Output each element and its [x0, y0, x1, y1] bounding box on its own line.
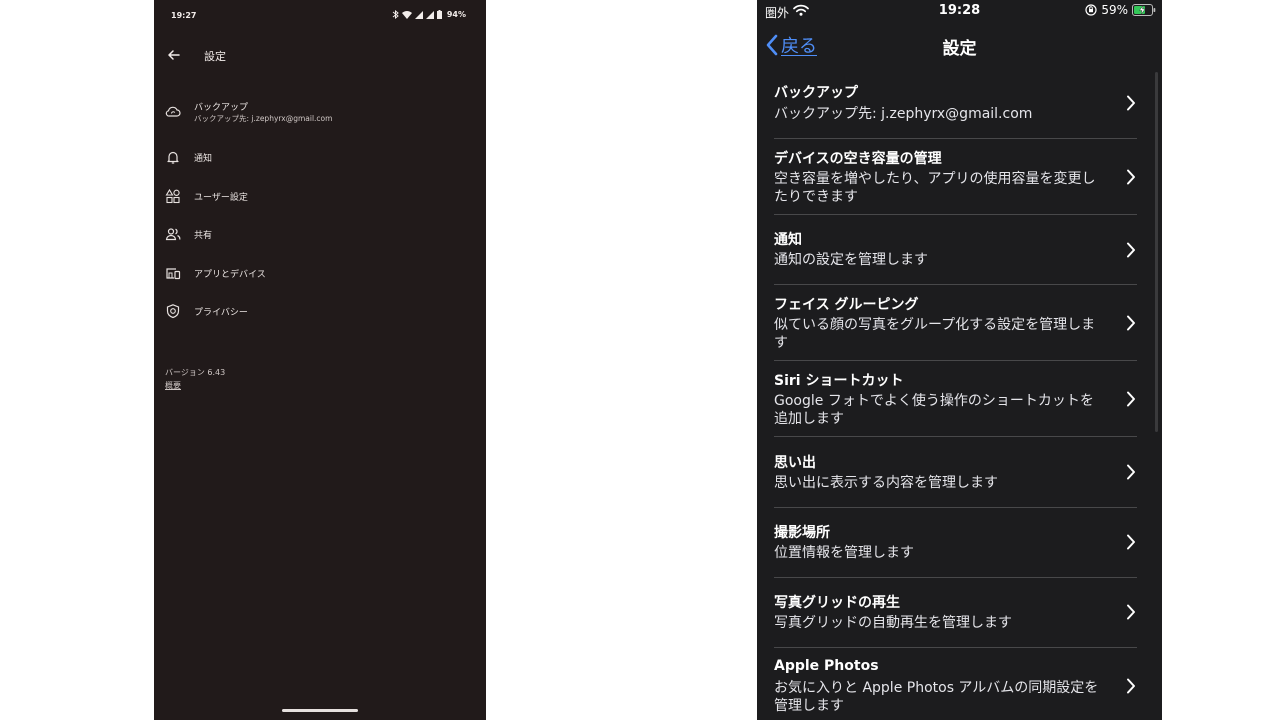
- orientation-lock-icon: [1085, 4, 1097, 16]
- row-description: 似ている顔の写真をグループ化する設定を管理します: [774, 317, 1096, 351]
- row-description: Google フォトでよく使う操作のショートカットを追加します: [774, 393, 1094, 427]
- devices-icon: [166, 268, 181, 280]
- chevron-right-icon: [1127, 169, 1135, 185]
- sharing-label: 共有: [194, 231, 213, 241]
- row-apple-photos[interactable]: Apple Photos お気に入りと Apple Photos アルバムの同期…: [774, 658, 1137, 718]
- ios-navigation-bar: 戻る 設定: [757, 26, 1162, 66]
- shield-icon: [166, 304, 180, 319]
- cloud-sync-icon: [165, 106, 181, 117]
- android-item-privacy[interactable]: プライバシー: [154, 296, 486, 326]
- android-item-apps-devices[interactable]: アプリとデバイス: [154, 258, 486, 288]
- people-icon: [165, 228, 181, 241]
- android-status-bar: 19:27 94%: [154, 0, 486, 34]
- android-item-notifications[interactable]: 通知: [154, 142, 486, 172]
- android-item-sharing[interactable]: 共有: [154, 219, 486, 249]
- chevron-right-icon: [1127, 242, 1135, 258]
- android-item-backup[interactable]: バックアップ バックアップ先: j.zephyrx@gmail.com: [154, 97, 486, 127]
- android-battery-percent: 94%: [446, 10, 466, 19]
- bluetooth-icon: [392, 10, 399, 19]
- backup-label: バックアップ: [194, 103, 249, 113]
- row-title: デバイスの空き容量の管理: [774, 151, 942, 167]
- row-locations[interactable]: 撮影場所 位置情報を管理します: [774, 522, 1137, 578]
- chevron-right-icon: [1127, 678, 1135, 694]
- page-title: 設定: [942, 39, 977, 59]
- about-link[interactable]: 概要: [165, 380, 181, 391]
- row-title: 写真グリッドの再生: [774, 595, 900, 611]
- signal-icon-2: [425, 10, 434, 19]
- notifications-label: 通知: [194, 154, 213, 164]
- row-photo-grid-playback[interactable]: 写真グリッドの再生 写真グリッドの自動再生を管理します: [774, 592, 1137, 648]
- privacy-label: プライバシー: [194, 308, 248, 318]
- android-status-icons: 94%: [392, 10, 466, 19]
- row-divider: [774, 360, 1137, 361]
- chevron-right-icon: [1127, 534, 1135, 550]
- row-divider: [774, 214, 1137, 215]
- battery-icon: [436, 10, 442, 19]
- row-divider: [774, 436, 1137, 437]
- row-title: 撮影場所: [774, 525, 830, 541]
- row-notifications[interactable]: 通知 通知の設定を管理します: [774, 229, 1137, 285]
- signal-icon: [414, 10, 423, 19]
- android-item-preferences[interactable]: ユーザー設定: [154, 181, 486, 211]
- chevron-right-icon: [1127, 391, 1135, 407]
- ios-settings-screen: 圏外 19:28 59% 戻る 設定 バックアップ バックアップ先: j.zep…: [757, 0, 1162, 720]
- row-title: フェイス グルーピング: [774, 297, 919, 313]
- row-title: 思い出: [774, 455, 816, 471]
- ios-status-icons: 59%: [1085, 3, 1156, 17]
- row-siri-shortcuts[interactable]: Siri ショートカット Google フォトでよく使う操作のショートカットを追…: [774, 370, 1137, 437]
- row-title: 通知: [774, 232, 802, 248]
- row-description: バックアップ先: j.zephyrx@gmail.com: [774, 106, 1033, 122]
- row-title: Apple Photos: [774, 658, 879, 674]
- row-divider: [774, 647, 1137, 648]
- chevron-right-icon: [1127, 315, 1135, 331]
- row-face-grouping[interactable]: フェイス グルーピング 似ている顔の写真をグループ化する設定を管理します: [774, 294, 1137, 361]
- back-arrow-icon[interactable]: [166, 47, 182, 63]
- row-device-storage[interactable]: デバイスの空き容量の管理 空き容量を増やしたり、アプリの使用容量を変更したりでき…: [774, 148, 1137, 215]
- preferences-icon: [165, 188, 180, 204]
- preferences-label: ユーザー設定: [194, 193, 248, 203]
- row-title: Siri ショートカット: [774, 373, 904, 389]
- page-title: 設定: [204, 50, 226, 63]
- wifi-icon: [401, 10, 412, 19]
- scrollbar[interactable]: [1155, 72, 1158, 432]
- row-title: バックアップ: [774, 85, 858, 101]
- row-description: 位置情報を管理します: [774, 545, 914, 561]
- backup-account: バックアップ先: j.zephyrx@gmail.com: [194, 114, 333, 123]
- android-status-time: 19:27: [171, 11, 197, 20]
- apps-devices-label: アプリとデバイス: [194, 270, 266, 280]
- chevron-right-icon: [1127, 604, 1135, 620]
- gesture-home-bar[interactable]: [282, 709, 358, 712]
- row-divider: [774, 577, 1137, 578]
- chevron-right-icon: [1127, 95, 1135, 111]
- row-memories[interactable]: 思い出 思い出に表示する内容を管理します: [774, 452, 1137, 508]
- row-divider: [774, 507, 1137, 508]
- battery-charging-icon: [1132, 4, 1156, 16]
- row-description: 通知の設定を管理します: [774, 252, 928, 268]
- row-description: 空き容量を増やしたり、アプリの使用容量を変更したりできます: [774, 171, 1096, 205]
- row-divider: [774, 138, 1137, 139]
- android-app-bar: 設定: [154, 40, 486, 70]
- row-description: 思い出に表示する内容を管理します: [774, 475, 998, 491]
- row-description: お気に入りと Apple Photos アルバムの同期設定を管理します: [774, 680, 1099, 714]
- ios-battery-percent: 59%: [1101, 3, 1128, 17]
- version-text: バージョン 6.43: [165, 368, 226, 377]
- bell-icon: [167, 151, 179, 164]
- chevron-right-icon: [1127, 464, 1135, 480]
- row-description: 写真グリッドの自動再生を管理します: [774, 615, 1012, 631]
- row-backup[interactable]: バックアップ バックアップ先: j.zephyrx@gmail.com: [774, 82, 1137, 139]
- android-settings-screen: 19:27 94% 設定 バックアップ バックアップ先: j.zephyrx@g…: [154, 0, 486, 720]
- row-divider: [774, 284, 1137, 285]
